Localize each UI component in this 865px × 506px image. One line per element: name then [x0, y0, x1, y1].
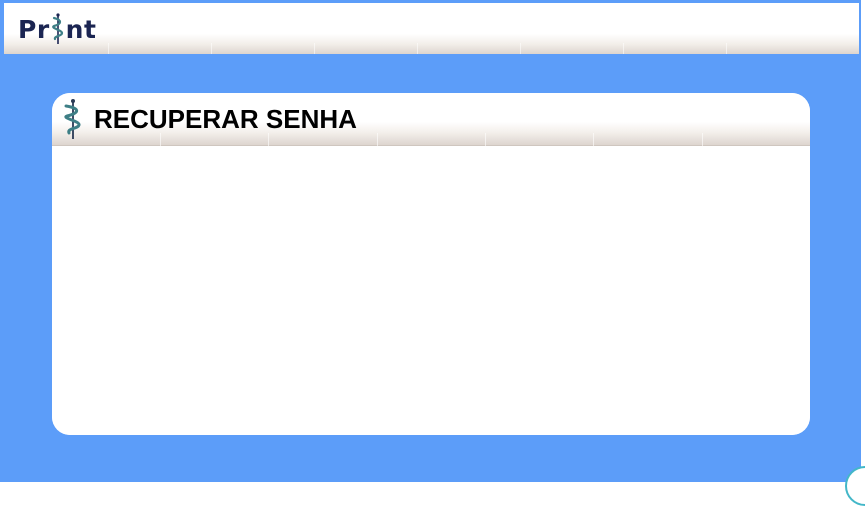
- header-divider: [726, 43, 727, 54]
- logo-text-right: nt: [65, 14, 97, 44]
- recover-password-card: RECUPERAR SENHA: [52, 93, 810, 435]
- header-divider: [211, 43, 212, 54]
- header-divider: [417, 43, 418, 54]
- card-header: RECUPERAR SENHA: [52, 93, 810, 146]
- caduceus-icon: [51, 13, 63, 44]
- logo-text-left: Pr: [18, 14, 50, 44]
- header-divider: [623, 43, 624, 54]
- card-title: RECUPERAR SENHA: [94, 104, 357, 134]
- header-divider: [520, 43, 521, 54]
- app-logo[interactable]: Pr nt: [18, 12, 96, 46]
- header-divider: [108, 43, 109, 54]
- header-divider: [593, 133, 594, 146]
- header-divider: [377, 133, 378, 146]
- top-header-bar: Pr nt: [4, 3, 859, 54]
- card-body: [52, 146, 810, 435]
- header-divider: [702, 133, 703, 146]
- caduceus-icon: [64, 99, 81, 139]
- header-divider: [314, 43, 315, 54]
- header-divider: [485, 133, 486, 146]
